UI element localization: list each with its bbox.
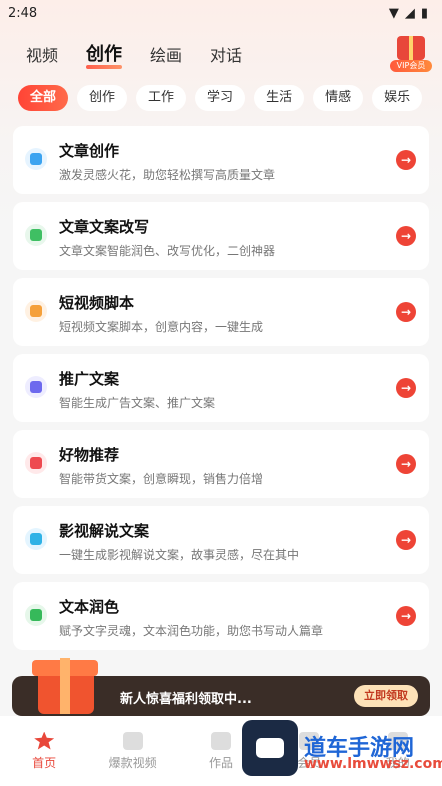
nav-label: 爆款视频 xyxy=(108,755,157,770)
status-bar: 2:48 ▼ ◢ ▮ xyxy=(0,0,442,26)
chip-all[interactable]: 全部 xyxy=(18,85,69,111)
chip-emotion[interactable]: 情感 xyxy=(313,85,364,111)
gift-icon xyxy=(397,36,425,60)
arrow-right-icon[interactable]: → xyxy=(396,530,416,550)
nav-hot-video[interactable]: 爆款视频 xyxy=(98,731,168,771)
card-title: 好物推荐 xyxy=(59,446,120,464)
card-product-recommend[interactable]: 好物推荐 智能带货文案，创意瞬现，销售力倍增 → xyxy=(13,430,429,498)
top-tabs: 视频 创作 绘画 对话 xyxy=(26,40,270,69)
card-title: 文章文案改写 xyxy=(59,218,150,236)
vip-button[interactable]: VIP会员 xyxy=(390,36,432,72)
doc-icon xyxy=(25,604,47,626)
watermark-logo-icon xyxy=(242,720,298,776)
card-title: 推广文案 xyxy=(59,370,120,388)
arrow-right-icon[interactable]: → xyxy=(396,606,416,626)
watermark-url: www.lmwwsz.com xyxy=(304,756,442,772)
battery-icon: ▮ xyxy=(420,5,428,21)
wifi-icon: ▼ xyxy=(388,5,399,21)
gift-box-icon[interactable] xyxy=(30,648,100,718)
card-title: 影视解说文案 xyxy=(59,522,150,540)
card-title: 文本润色 xyxy=(59,598,120,616)
pen-icon xyxy=(25,148,47,170)
card-article-create[interactable]: 文章创作 激发灵感火花，助您轻松撰写高质量文章 → xyxy=(13,126,429,194)
status-icons: ▼ ◢ ▮ xyxy=(389,6,428,21)
arrow-right-icon[interactable]: → xyxy=(396,454,416,474)
chip-life[interactable]: 生活 xyxy=(254,85,305,111)
card-desc: 短视频文案脚本，创意内容，一键生成 xyxy=(59,320,264,334)
promo-claim-button[interactable]: 立即领取 xyxy=(354,685,418,707)
watermark: 道车手游网 www.lmwwsz.com xyxy=(242,720,442,776)
folder-icon xyxy=(210,731,231,750)
category-chips: 全部 创作 工作 学习 生活 情感 娱乐 xyxy=(18,85,423,111)
card-title: 文章创作 xyxy=(59,142,120,160)
card-desc: 激发灵感火花，助您轻松撰写高质量文章 xyxy=(59,168,276,182)
card-promo-copy[interactable]: 推广文案 智能生成广告文案、推广文案 → xyxy=(13,354,429,422)
home-star-icon xyxy=(34,731,55,750)
card-text-polish[interactable]: 文本润色 赋予文字灵魂，文本润色功能，助您书写动人篇章 → xyxy=(13,582,429,650)
text-icon xyxy=(25,376,47,398)
tab-draw[interactable]: 绘画 xyxy=(150,42,182,66)
promo-text: 新人惊喜福利领取中... xyxy=(120,692,252,707)
card-desc: 智能带货文案，创意瞬现，销售力倍增 xyxy=(59,472,264,486)
chip-study[interactable]: 学习 xyxy=(195,85,246,111)
arrow-right-icon[interactable]: → xyxy=(396,150,416,170)
card-desc: 智能生成广告文案、推广文案 xyxy=(59,396,216,410)
card-title: 短视频脚本 xyxy=(59,294,135,312)
nav-home[interactable]: 首页 xyxy=(9,731,79,771)
tab-video[interactable]: 视频 xyxy=(26,42,58,66)
card-film-commentary[interactable]: 影视解说文案 一键生成影视解说文案，故事灵感，尽在其中 → xyxy=(13,506,429,574)
flame-icon xyxy=(122,731,143,750)
nav-label: 首页 xyxy=(32,755,57,770)
card-article-rewrite[interactable]: 文章文案改写 文章文案智能润色、改写优化，二创神器 → xyxy=(13,202,429,270)
nav-label: 作品 xyxy=(208,755,233,770)
signal-icon: ◢ xyxy=(404,5,415,21)
chip-work[interactable]: 工作 xyxy=(136,85,187,111)
tool-list: 文章创作 激发灵感火花，助您轻松撰写高质量文章 → 文章文案改写 文章文案智能润… xyxy=(13,126,429,658)
vip-label: VIP会员 xyxy=(390,60,432,72)
code-icon xyxy=(25,300,47,322)
bag-icon xyxy=(25,452,47,474)
card-video-script[interactable]: 短视频脚本 短视频文案脚本，创意内容，一键生成 → xyxy=(13,278,429,346)
arrow-right-icon[interactable]: → xyxy=(396,226,416,246)
rewrite-icon xyxy=(25,224,47,246)
status-time: 2:48 xyxy=(8,5,38,21)
chip-create[interactable]: 创作 xyxy=(77,85,128,111)
arrow-right-icon[interactable]: → xyxy=(396,378,416,398)
card-desc: 文章文案智能润色、改写优化，二创神器 xyxy=(59,244,276,258)
arrow-right-icon[interactable]: → xyxy=(396,302,416,322)
card-desc: 赋予文字灵魂，文本润色功能，助您书写动人篇章 xyxy=(59,624,324,638)
chip-entertainment[interactable]: 娱乐 xyxy=(372,85,423,111)
tab-chat[interactable]: 对话 xyxy=(210,42,242,66)
tab-create[interactable]: 创作 xyxy=(86,40,123,69)
film-icon xyxy=(25,528,47,550)
card-desc: 一键生成影视解说文案，故事灵感，尽在其中 xyxy=(59,548,300,562)
